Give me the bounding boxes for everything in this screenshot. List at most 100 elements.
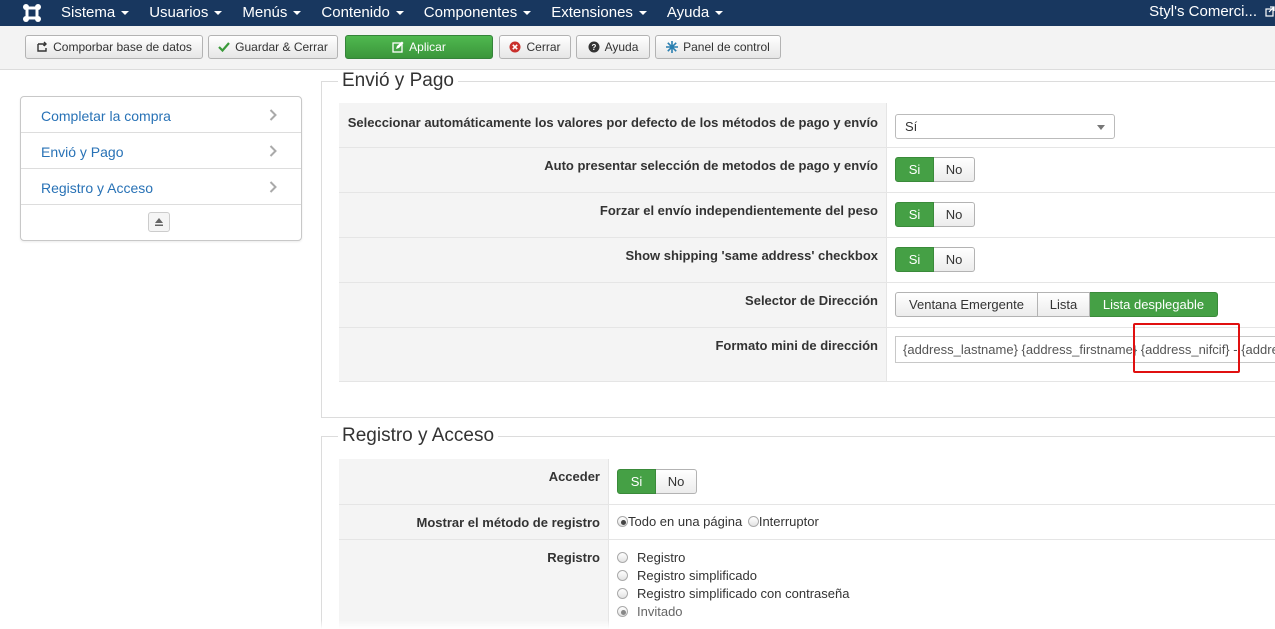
radio-simplified-password[interactable] <box>617 588 628 599</box>
field-label-text: Seleccionar automáticamente los valores … <box>347 115 878 130</box>
field-label-text: Selector de Dirección <box>745 293 878 308</box>
collapse-sidebar-button[interactable] <box>148 212 170 232</box>
select-value: Sí <box>905 119 918 134</box>
field-label-text: Auto presentar selección de metodos de p… <box>544 158 878 173</box>
registration-type-label: Registro <box>339 540 609 629</box>
sidebar-item-label: Envió y Pago <box>41 144 124 160</box>
radio-label: Invitado <box>637 604 683 619</box>
auto-select-row: Seleccionar automáticamente los valores … <box>339 103 1275 148</box>
main-menu: Sistema Usuarios Menús Contenido Compone… <box>61 0 743 26</box>
bottom-fade <box>0 620 1275 629</box>
yes-option[interactable]: Si <box>617 469 656 494</box>
button-label: Aplicar <box>409 40 446 54</box>
caret-down-icon <box>523 11 532 15</box>
yes-option[interactable]: Si <box>895 247 934 272</box>
menu-label: Menús <box>242 4 288 21</box>
same-address-label: Show shipping 'same address' checkbox <box>339 238 887 282</box>
menu-label: Componentes <box>423 4 518 21</box>
menu-contenido[interactable]: Contenido <box>321 0 404 26</box>
registration-type-radio-group: Registro Registro simplificado Registro … <box>617 549 849 621</box>
force-shipping-row: Forzar el envío independientemente del p… <box>339 193 1275 238</box>
menu-label: Contenido <box>321 4 390 21</box>
menu-label: Extensiones <box>551 4 633 21</box>
option-dropdown-list[interactable]: Lista desplegable <box>1090 292 1218 317</box>
option-popup-window[interactable]: Ventana Emergente <box>895 292 1038 317</box>
field-label-text: Registro <box>547 550 600 565</box>
caret-down-icon <box>715 11 724 15</box>
top-navbar: Sistema Usuarios Menús Contenido Compone… <box>0 0 1275 26</box>
same-address-row: Show shipping 'same address' checkbox <box>339 238 1275 283</box>
radio-option-simplified-password: Registro simplificado con contraseña <box>617 585 849 603</box>
button-label: Cerrar <box>526 40 561 54</box>
option-list[interactable]: Lista <box>1038 292 1090 317</box>
sidebar-item-label: Registro y Acceso <box>41 180 154 196</box>
radio-label: Interruptor <box>758 514 819 529</box>
radio-registration[interactable] <box>617 552 628 563</box>
question-circle-icon: ? <box>588 41 600 53</box>
sidebar-item-shipping-payment[interactable]: Envió y Pago <box>21 133 301 169</box>
check-icon <box>218 42 230 53</box>
no-option[interactable]: No <box>934 247 975 272</box>
edit-icon <box>392 41 404 53</box>
refresh-icon <box>37 41 48 52</box>
close-button[interactable]: Cerrar <box>499 35 571 59</box>
auto-select-dropdown[interactable]: Sí <box>895 114 1115 139</box>
settings-sidebar: Completar la compra Envió y Pago Registr… <box>20 96 302 241</box>
sidebar-item-registration-access[interactable]: Registro y Acceso <box>21 169 301 205</box>
show-method-radio-group: Todo en una página Interruptor <box>617 514 819 529</box>
login-row: Acceder <box>339 459 1275 505</box>
no-option[interactable]: No <box>934 202 975 227</box>
no-option[interactable]: No <box>934 157 975 182</box>
highlight-annotation-box <box>1133 323 1240 373</box>
chevron-right-icon <box>269 181 277 193</box>
check-database-button[interactable]: Comporbar base de datos <box>25 35 203 59</box>
dropdown-arrow-icon <box>1097 125 1105 130</box>
save-close-button[interactable]: Guardar & Cerrar <box>208 35 338 59</box>
menu-ayuda[interactable]: Ayuda <box>667 0 724 26</box>
shipping-payment-legend: Envió y Pago <box>338 70 458 92</box>
force-shipping-label: Forzar el envío independientemente del p… <box>339 193 887 237</box>
apply-button[interactable]: Aplicar <box>345 35 493 59</box>
radio-switcher[interactable] <box>747 516 759 527</box>
external-link-icon[interactable] <box>1265 6 1275 18</box>
button-label: Comporbar base de datos <box>53 40 192 54</box>
menu-usuarios[interactable]: Usuarios <box>149 0 223 26</box>
login-toggle: Si No <box>617 469 697 494</box>
eject-icon <box>155 218 163 226</box>
chevron-right-icon <box>269 109 277 121</box>
menu-componentes[interactable]: Componentes <box>423 0 532 26</box>
menu-extensiones[interactable]: Extensiones <box>551 0 647 26</box>
radio-option-simplified: Registro simplificado <box>617 567 849 585</box>
caret-down-icon <box>293 11 302 15</box>
registration-access-legend: Registro y Acceso <box>338 425 499 447</box>
field-label-text: Forzar el envío independientemente del p… <box>599 203 878 218</box>
radio-all-in-one-page[interactable] <box>617 516 628 527</box>
no-option[interactable]: No <box>656 469 697 494</box>
caret-down-icon <box>638 11 647 15</box>
chevron-right-icon <box>269 145 277 157</box>
caret-down-icon <box>214 11 223 15</box>
radio-simplified[interactable] <box>617 570 628 581</box>
radio-guest[interactable] <box>617 606 628 617</box>
menu-menus[interactable]: Menús <box>242 0 302 26</box>
button-label: Ayuda <box>604 40 639 54</box>
yes-option[interactable]: Si <box>895 157 934 182</box>
help-button[interactable]: ? Ayuda <box>576 35 650 59</box>
button-label: Panel de control <box>683 40 770 54</box>
joomla-logo-icon[interactable] <box>22 3 42 23</box>
radio-label: Todo en una página <box>628 514 743 529</box>
menu-label: Usuarios <box>149 4 209 21</box>
auto-present-row: Auto presentar selección de metodos de p… <box>339 148 1275 193</box>
auto-present-label: Auto presentar selección de metodos de p… <box>339 148 887 192</box>
address-selector-toggle: Ventana Emergente Lista Lista desplegabl… <box>895 292 1218 317</box>
force-shipping-toggle: Si No <box>895 202 975 227</box>
toolbar: Comporbar base de datos Guardar & Cerrar… <box>0 26 1275 70</box>
yes-option[interactable]: Si <box>895 202 934 227</box>
auto-select-label: Seleccionar automáticamente los valores … <box>339 103 887 147</box>
menu-sistema[interactable]: Sistema <box>61 0 130 26</box>
field-label-text: Formato mini de dirección <box>715 338 878 353</box>
site-name-link[interactable]: Styl's Comerci... <box>1149 0 1257 24</box>
same-address-toggle: Si No <box>895 247 975 272</box>
sidebar-item-checkout[interactable]: Completar la compra <box>21 97 301 133</box>
control-panel-button[interactable]: Panel de control <box>655 35 781 59</box>
